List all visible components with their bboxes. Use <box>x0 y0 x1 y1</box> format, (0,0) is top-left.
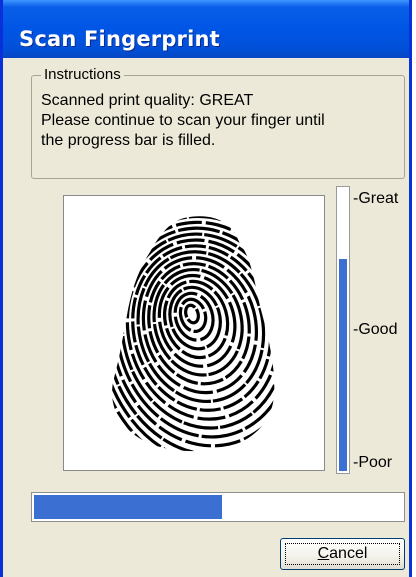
cancel-button[interactable]: Cancel <box>280 538 405 570</box>
fingerprint-icon <box>112 216 275 452</box>
scan-progress-bar <box>31 492 405 522</box>
quality-label-poor: -Poor <box>353 454 393 471</box>
window-title: Scan Fingerprint <box>19 27 220 51</box>
cancel-label-rest: ancel <box>329 545 368 562</box>
scan-fingerprint-dialog: Scan Fingerprint Instructions Scanned pr… <box>0 0 412 577</box>
quality-meter <box>336 186 350 474</box>
instructions-line-2: Please continue to scan your finger unti… <box>41 112 325 129</box>
scan-progress-fill <box>34 495 222 519</box>
cancel-mnemonic: C <box>317 545 330 562</box>
instructions-quality-line: Scanned print quality: GREAT <box>41 92 254 109</box>
fingerprint-preview <box>63 195 325 471</box>
instructions-line-3: the progress bar is filled. <box>41 132 216 149</box>
cancel-button-focus: Cancel <box>285 543 400 565</box>
instructions-legend: Instructions <box>41 66 124 83</box>
title-bar[interactable]: Scan Fingerprint <box>3 0 409 58</box>
quality-label-good: -Good <box>353 321 398 338</box>
quality-label-great: -Great <box>353 190 399 207</box>
quality-meter-fill <box>339 259 347 471</box>
